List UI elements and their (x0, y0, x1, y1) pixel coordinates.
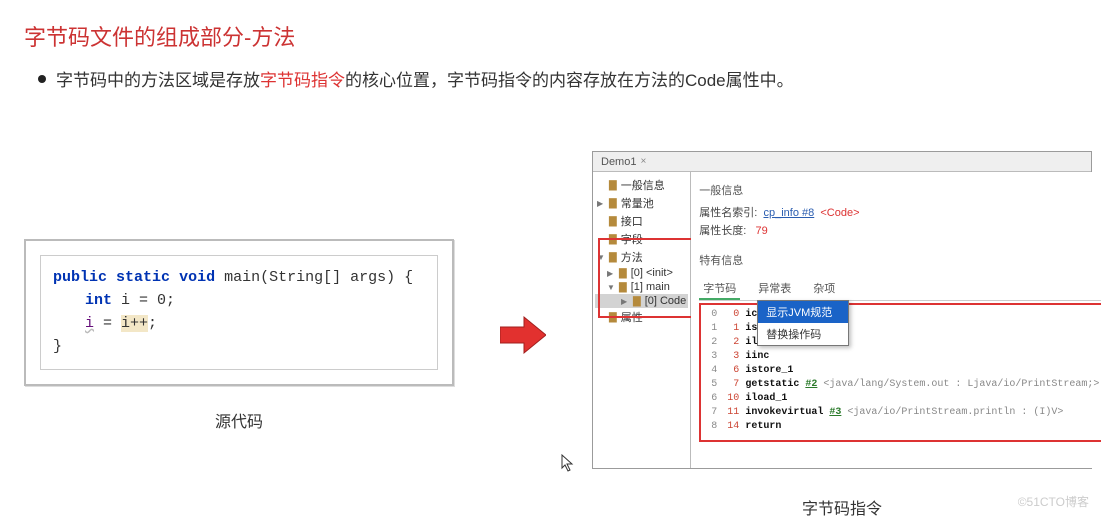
source-code-box: public static void main(String[] args) {… (24, 239, 454, 386)
folder-icon: ▇ (609, 216, 617, 227)
folder-icon: ▇ (609, 252, 617, 263)
ctx-show-jvm-spec[interactable]: 显示JVM规范 (758, 301, 848, 323)
bc-row: 8 14 return (705, 420, 1099, 434)
folder-icon: ▇ (609, 198, 617, 209)
bc-row: 6 10 iload_1 (705, 392, 1099, 406)
brace-close: } (53, 335, 425, 358)
close-icon[interactable]: × (640, 156, 646, 167)
tab-exceptions[interactable]: 异常表 (754, 278, 795, 300)
expr-ipp: i++ (121, 315, 148, 332)
kw-int: int (85, 292, 112, 309)
folder-icon: ▇ (609, 180, 617, 191)
inspector-panel: Demo1 × ▇一般信息 ▶▇常量池 ▇接口 ▇字段 ▼▇方法 ▶▇[0] <… (592, 151, 1092, 469)
arrow-right-icon (500, 315, 546, 355)
source-code: public static void main(String[] args) {… (40, 255, 438, 370)
prop-name-index: 属性名索引: cp_info #8 <Code> (699, 204, 1101, 220)
tree-view[interactable]: ▇一般信息 ▶▇常量池 ▇接口 ▇字段 ▼▇方法 ▶▇[0] <init> ▼▇… (593, 172, 691, 468)
folder-icon: ▇ (619, 282, 627, 293)
left-column: public static void main(String[] args) {… (24, 239, 454, 432)
tab-demo1[interactable]: Demo1 × (593, 154, 654, 170)
section-specific-title: 特有信息 (699, 252, 1101, 268)
content-row: public static void main(String[] args) {… (0, 91, 1101, 519)
tree-interfaces[interactable]: ▇接口 (595, 212, 688, 230)
tree-attrs[interactable]: ▇属性 (595, 308, 688, 326)
tree-init[interactable]: ▶▇[0] <init> (595, 266, 688, 280)
details-pane: 一般信息 属性名索引: cp_info #8 <Code> 属性长度: 79 特… (691, 172, 1101, 468)
bc-row: 5 7 getstatic #2 <java/lang/System.out :… (705, 378, 1099, 392)
var-i: i (85, 315, 94, 332)
chevron-right-icon: ▶ (597, 199, 605, 208)
folder-icon: ▇ (633, 296, 641, 307)
num-zero: 0 (157, 292, 166, 309)
chevron-down-icon: ▼ (597, 253, 605, 262)
chevron-down-icon: ▼ (607, 283, 615, 292)
tab-label: Demo1 (601, 156, 636, 168)
chevron-right-icon: ▶ (621, 297, 629, 306)
context-menu: 显示JVM规范 替换操作码 (757, 300, 849, 346)
tab-bytecode[interactable]: 字节码 (699, 278, 740, 300)
ctx-replace-opcode[interactable]: 替换操作码 (758, 323, 848, 345)
kw-void: void (179, 269, 215, 286)
prop-length-val: 79 (756, 225, 768, 237)
bullet-line: 字节码中的方法区域是存放字节码指令的核心位置，字节码指令的内容存放在方法的Cod… (0, 52, 1101, 91)
right-column: Demo1 × ▇一般信息 ▶▇常量池 ▇接口 ▇字段 ▼▇方法 ▶▇[0] <… (592, 151, 1092, 519)
semi-2: ; (148, 315, 157, 332)
tab-misc[interactable]: 杂项 (809, 278, 839, 300)
sig-rest: main(String[] args) { (215, 269, 413, 286)
bullet-dot (38, 75, 46, 83)
caption-source: 源代码 (24, 408, 454, 432)
decl-rest: i = (112, 292, 157, 309)
tree-methods[interactable]: ▼▇方法 (595, 248, 688, 266)
kw-public: public (53, 269, 107, 286)
bullet-red: 字节码指令 (260, 71, 345, 90)
semi-1: ; (166, 292, 175, 309)
cp-ref[interactable]: #3 (829, 407, 841, 418)
tree-main[interactable]: ▼▇[1] main (595, 280, 688, 294)
bc-row: 3 3 iinc (705, 350, 1099, 364)
sub-tabs: 字节码 异常表 杂项 (699, 278, 1101, 301)
page-title: 字节码文件的组成部分-方法 (0, 0, 1101, 52)
bc-row: 4 6 istore_1 (705, 364, 1099, 378)
code-tag: <Code> (820, 207, 859, 219)
prop-length: 属性长度: 79 (699, 222, 1101, 238)
kw-static: static (116, 269, 170, 286)
folder-icon: ▇ (609, 312, 617, 323)
watermark: ©51CTO博客 (1018, 493, 1089, 510)
tree-general[interactable]: ▇一般信息 (595, 176, 688, 194)
link-cpinfo[interactable]: cp_info #8 (763, 207, 814, 219)
folder-icon: ▇ (619, 268, 627, 279)
bullet-post: 的核心位置，字节码指令的内容存放在方法的Code属性中。 (345, 71, 794, 90)
tree-constpool[interactable]: ▶▇常量池 (595, 194, 688, 212)
cp-ref[interactable]: #2 (805, 379, 817, 390)
eq: = (94, 315, 121, 332)
section-general-title: 一般信息 (699, 182, 1101, 198)
bullet-pre: 字节码中的方法区域是存放 (56, 71, 260, 90)
chevron-right-icon: ▶ (607, 269, 615, 278)
bc-row: 7 11 invokevirtual #3 <java/io/PrintStre… (705, 406, 1099, 420)
tree-code[interactable]: ▶▇[0] Code (595, 294, 688, 308)
folder-icon: ▇ (609, 234, 617, 245)
tree-fields[interactable]: ▇字段 (595, 230, 688, 248)
tab-bar: Demo1 × (593, 152, 1091, 172)
